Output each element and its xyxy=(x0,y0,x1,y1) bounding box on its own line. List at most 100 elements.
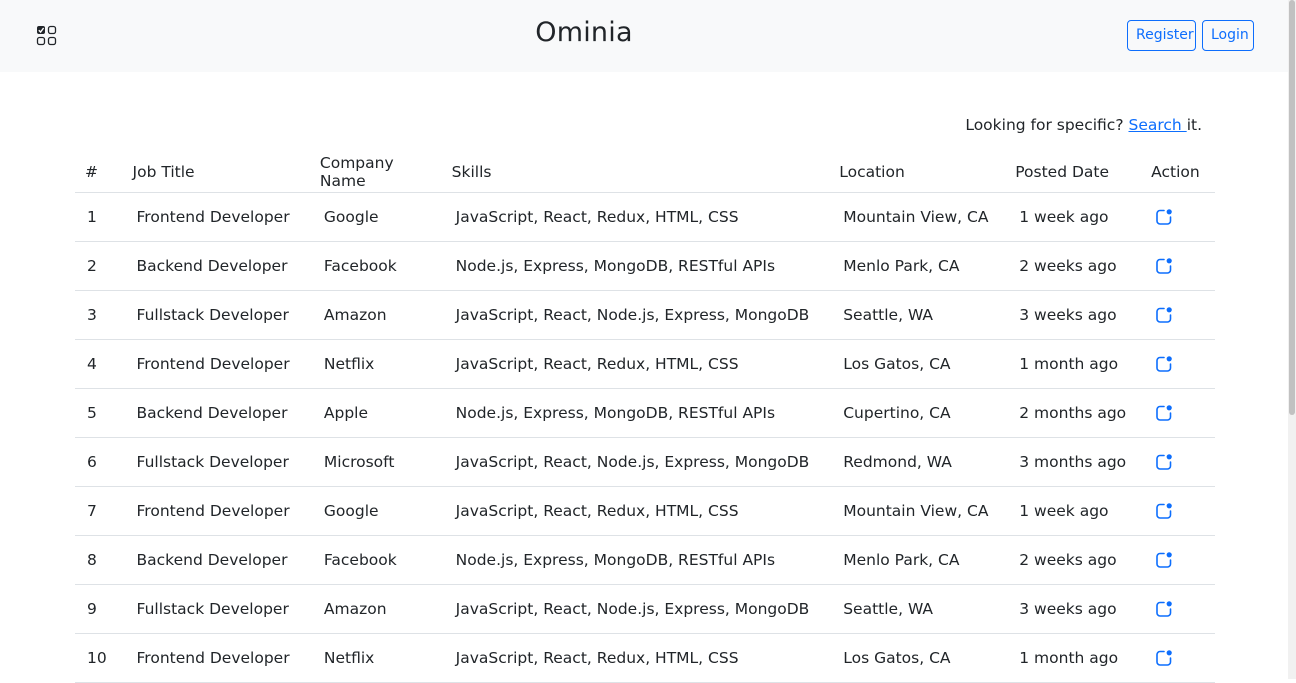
location-cell: Los Gatos, CA xyxy=(829,633,1006,683)
skills-cell: JavaScript, React, Node.js, Express, Mon… xyxy=(441,437,830,487)
job-title-cell: Frontend Developer xyxy=(122,486,310,536)
table-row: 9 Fullstack Developer Amazon JavaScript, Re… xyxy=(75,584,1215,634)
table-header-row: # Job Title Company Name Skills Location… xyxy=(75,152,1215,193)
job-title-cell: Fullstack Developer xyxy=(122,290,310,340)
job-title-cell: Fullstack Developer xyxy=(122,437,310,487)
company-name-cell: Apple xyxy=(309,388,442,438)
posted-date-cell: 1 week ago xyxy=(1005,192,1142,242)
login-button[interactable]: Login xyxy=(1202,20,1254,51)
edit-icon[interactable] xyxy=(1155,257,1173,275)
edit-icon[interactable] xyxy=(1155,453,1173,471)
skills-cell: Node.js, Express, MongoDB, RESTful APIs xyxy=(441,535,830,585)
job-title-cell: Frontend Developer xyxy=(122,633,310,683)
action-cell xyxy=(1141,388,1215,438)
location-cell: Seattle, WA xyxy=(829,290,1006,340)
row-number-cell: 5 xyxy=(75,388,123,438)
skills-cell: JavaScript, React, Node.js, Express, Mon… xyxy=(441,290,830,340)
edit-icon[interactable] xyxy=(1155,208,1173,226)
edit-icon[interactable] xyxy=(1155,600,1173,618)
search-hint-prefix: Looking for specific? xyxy=(965,116,1129,134)
search-hint: Looking for specific? Search it. xyxy=(965,116,1202,134)
action-cell xyxy=(1141,192,1215,242)
job-title-cell: Fullstack Developer xyxy=(122,584,310,634)
column-header-location: Location xyxy=(829,152,1006,193)
table-row: 10 Frontend Developer Netflix JavaScript, R… xyxy=(75,633,1215,683)
posted-date-cell: 1 month ago xyxy=(1005,339,1142,389)
table-row: 8 Backend Developer Facebook Node.js, Expre… xyxy=(75,535,1215,585)
job-title-cell: Frontend Developer xyxy=(122,339,310,389)
posted-date-cell: 1 week ago xyxy=(1005,486,1142,536)
posted-date-cell: 2 weeks ago xyxy=(1005,535,1142,585)
location-cell: Mountain View, CA xyxy=(829,486,1006,536)
action-cell xyxy=(1141,633,1215,683)
scrollbar-thumb[interactable] xyxy=(1289,0,1295,415)
job-title-cell: Backend Developer xyxy=(122,241,310,291)
action-cell xyxy=(1141,535,1215,585)
location-cell: Menlo Park, CA xyxy=(829,241,1006,291)
column-header-posted-date: Posted Date xyxy=(1005,152,1142,193)
posted-date-cell: 3 weeks ago xyxy=(1005,584,1142,634)
posted-date-cell: 2 months ago xyxy=(1005,388,1142,438)
column-header-job-title: Job Title xyxy=(122,152,310,193)
edit-icon[interactable] xyxy=(1155,306,1173,324)
table-row: 5 Backend Developer Apple Node.js, Express,… xyxy=(75,388,1215,438)
column-header-skills: Skills xyxy=(441,152,830,193)
action-cell xyxy=(1141,437,1215,487)
table-row: 4 Frontend Developer Netflix JavaScript, Re… xyxy=(75,339,1215,389)
location-cell: Seattle, WA xyxy=(829,584,1006,634)
edit-icon[interactable] xyxy=(1155,404,1173,422)
table-row: 7 Frontend Developer Google JavaScript, Rea… xyxy=(75,486,1215,536)
row-number-cell: 2 xyxy=(75,241,123,291)
app-title[interactable]: Ominia xyxy=(0,17,1168,48)
company-name-cell: Amazon xyxy=(309,584,442,634)
location-cell: Los Gatos, CA xyxy=(829,339,1006,389)
register-button[interactable]: Register xyxy=(1127,20,1196,51)
skills-cell: JavaScript, React, Redux, HTML, CSS xyxy=(441,633,830,683)
edit-icon[interactable] xyxy=(1155,502,1173,520)
jobs-table-body: 1 Frontend Developer Google JavaScript, Rea… xyxy=(75,192,1215,683)
jobs-table: # Job Title Company Name Skills Location… xyxy=(75,152,1215,683)
company-name-cell: Google xyxy=(309,486,442,536)
posted-date-cell: 3 weeks ago xyxy=(1005,290,1142,340)
company-name-cell: Microsoft xyxy=(309,437,442,487)
row-number-cell: 9 xyxy=(75,584,123,634)
edit-icon[interactable] xyxy=(1155,355,1173,373)
skills-cell: Node.js, Express, MongoDB, RESTful APIs xyxy=(441,241,830,291)
search-hint-suffix: it. xyxy=(1186,116,1202,134)
row-number-cell: 10 xyxy=(75,633,123,683)
company-name-cell: Amazon xyxy=(309,290,442,340)
action-cell xyxy=(1141,339,1215,389)
navbar: Ominia Register Login xyxy=(0,0,1288,72)
row-number-cell: 3 xyxy=(75,290,123,340)
column-header-company-name: Company Name xyxy=(309,152,442,193)
edit-icon[interactable] xyxy=(1155,551,1173,569)
row-number-cell: 8 xyxy=(75,535,123,585)
company-name-cell: Facebook xyxy=(309,241,442,291)
table-row: 6 Fullstack Developer Microsoft JavaScript,… xyxy=(75,437,1215,487)
skills-cell: JavaScript, React, Redux, HTML, CSS xyxy=(441,339,830,389)
action-cell xyxy=(1141,241,1215,291)
posted-date-cell: 1 month ago xyxy=(1005,633,1142,683)
skills-cell: JavaScript, React, Redux, HTML, CSS xyxy=(441,486,830,536)
column-header-number: # xyxy=(75,152,123,193)
table-row: 1 Frontend Developer Google JavaScript, Rea… xyxy=(75,192,1215,242)
row-number-cell: 1 xyxy=(75,192,123,242)
table-row: 2 Backend Developer Facebook Node.js, Expre… xyxy=(75,241,1215,291)
edit-icon[interactable] xyxy=(1155,649,1173,667)
job-title-cell: Backend Developer xyxy=(122,388,310,438)
location-cell: Menlo Park, CA xyxy=(829,535,1006,585)
posted-date-cell: 2 weeks ago xyxy=(1005,241,1142,291)
row-number-cell: 6 xyxy=(75,437,123,487)
column-header-action: Action xyxy=(1141,152,1215,193)
company-name-cell: Facebook xyxy=(309,535,442,585)
job-title-cell: Frontend Developer xyxy=(122,192,310,242)
action-cell xyxy=(1141,290,1215,340)
action-cell xyxy=(1141,486,1215,536)
skills-cell: JavaScript, React, Node.js, Express, Mon… xyxy=(441,584,830,634)
row-number-cell: 4 xyxy=(75,339,123,389)
location-cell: Redmond, WA xyxy=(829,437,1006,487)
search-link[interactable]: Search xyxy=(1129,116,1187,134)
page-scrollbar[interactable] xyxy=(1288,0,1296,679)
action-cell xyxy=(1141,584,1215,634)
posted-date-cell: 3 months ago xyxy=(1005,437,1142,487)
